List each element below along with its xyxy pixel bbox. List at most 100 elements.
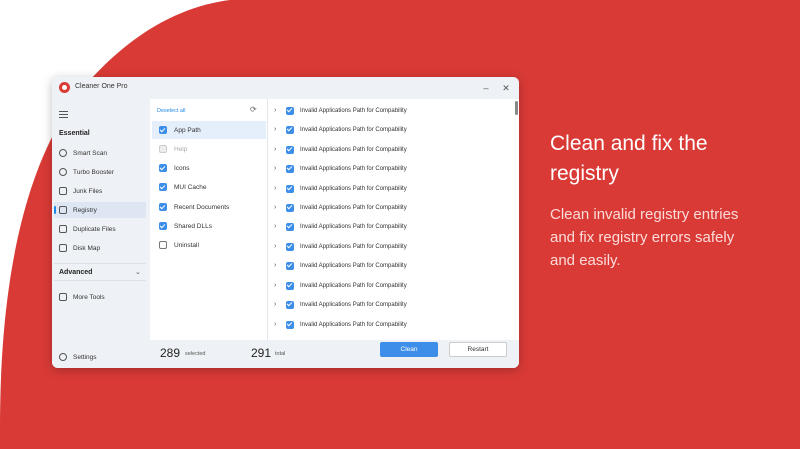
sidebar-item-disk-map[interactable]: Disk Map <box>54 240 146 256</box>
sidebar-item-more-tools[interactable]: More Tools <box>54 289 146 305</box>
chevron-right-icon[interactable]: › <box>274 165 280 172</box>
table-row[interactable]: › Invalid Applications Path for Compabili… <box>268 179 513 198</box>
checkbox[interactable] <box>286 261 294 270</box>
chevron-right-icon[interactable]: › <box>274 262 280 269</box>
table-row[interactable]: › Invalid Applications Path for Compabili… <box>268 159 513 178</box>
category-label: Uninstall <box>174 241 199 249</box>
sidebar-item-label: Disk Map <box>73 244 101 252</box>
table-row[interactable]: › Invalid Applications Path for Compabili… <box>268 217 513 236</box>
category-label: Icons <box>174 164 190 172</box>
row-label: Invalid Applications Path for Compabilit… <box>300 301 407 308</box>
chevron-right-icon[interactable]: › <box>274 282 280 289</box>
chevron-right-icon[interactable]: › <box>274 204 280 211</box>
app-logo-icon <box>59 82 70 93</box>
chevron-right-icon[interactable]: › <box>274 126 280 133</box>
turbo-booster-icon <box>59 168 67 176</box>
sidebar-item-settings[interactable]: Settings <box>54 349 146 365</box>
row-label: Invalid Applications Path for Compabilit… <box>300 126 407 133</box>
row-label: Invalid Applications Path for Compabilit… <box>300 107 407 114</box>
chevron-right-icon[interactable]: › <box>274 185 280 192</box>
row-label: Invalid Applications Path for Compabilit… <box>300 204 407 211</box>
smart-scan-icon <box>59 149 67 157</box>
minimize-button[interactable]: – <box>477 79 495 97</box>
sidebar-item-label: Registry <box>73 206 97 214</box>
checkbox[interactable] <box>159 222 167 230</box>
row-label: Invalid Applications Path for Compabilit… <box>300 243 407 250</box>
table-row[interactable]: › Invalid Applications Path for Compabili… <box>268 276 513 295</box>
category-shared-dlls[interactable]: Shared DLLs <box>152 217 266 235</box>
hamburger-menu-icon[interactable] <box>59 111 68 118</box>
table-row[interactable]: › Invalid Applications Path for Compabili… <box>268 101 513 120</box>
sidebar-item-turbo-booster[interactable]: Turbo Booster <box>54 164 146 180</box>
row-label: Invalid Applications Path for Compabilit… <box>300 165 407 172</box>
chevron-down-icon: ⌄ <box>135 269 141 276</box>
category-icons[interactable]: Icons <box>152 159 266 177</box>
checkbox[interactable] <box>286 281 294 290</box>
checkbox[interactable] <box>286 125 294 134</box>
clean-button[interactable]: Clean <box>380 342 438 357</box>
table-row[interactable]: › Invalid Applications Path for Compabili… <box>268 237 513 256</box>
category-panel: Deselect all ⟳ App Path Help Icons MUI C… <box>150 99 268 340</box>
chevron-right-icon[interactable]: › <box>274 146 280 153</box>
deselect-all-link[interactable]: Deselect all <box>157 108 185 114</box>
table-row[interactable]: › Invalid Applications Path for Compabili… <box>268 315 513 334</box>
chevron-right-icon[interactable]: › <box>274 243 280 250</box>
category-label: App Path <box>174 126 201 134</box>
registry-icon <box>59 206 67 214</box>
sidebar-item-smart-scan[interactable]: Smart Scan <box>54 145 146 161</box>
table-row[interactable]: › Invalid Applications Path for Compabili… <box>268 120 513 139</box>
row-label: Invalid Applications Path for Compabilit… <box>300 146 407 153</box>
category-mui-cache[interactable]: MUI Cache <box>152 178 266 196</box>
sidebar-item-label: Junk Files <box>73 187 103 195</box>
checkbox[interactable] <box>286 106 294 115</box>
category-app-path[interactable]: App Path <box>152 121 266 139</box>
results-list: › Invalid Applications Path for Compabili… <box>268 99 519 340</box>
row-label: Invalid Applications Path for Compabilit… <box>300 262 407 269</box>
row-label: Invalid Applications Path for Compabilit… <box>300 321 407 328</box>
sidebar: Essential Smart Scan Turbo Booster Junk … <box>52 99 150 368</box>
checkbox[interactable] <box>159 126 167 134</box>
gear-icon <box>59 353 67 361</box>
table-row[interactable]: › Invalid Applications Path for Compabili… <box>268 198 513 217</box>
junk-files-icon <box>59 187 67 195</box>
restart-button[interactable]: Restart <box>449 342 507 357</box>
checkbox[interactable] <box>286 184 294 193</box>
scrollbar[interactable] <box>515 101 518 115</box>
checkbox[interactable] <box>286 203 294 212</box>
category-label: Help <box>174 145 188 153</box>
category-uninstall[interactable]: Uninstall <box>152 236 266 254</box>
checkbox[interactable] <box>159 164 167 172</box>
chevron-right-icon[interactable]: › <box>274 301 280 308</box>
category-recent-documents[interactable]: Recent Documents <box>152 198 266 216</box>
checkbox <box>159 145 167 153</box>
chevron-right-icon[interactable]: › <box>274 107 280 114</box>
refresh-icon[interactable]: ⟳ <box>250 105 257 114</box>
checkbox[interactable] <box>286 222 294 231</box>
close-button[interactable]: ✕ <box>497 79 515 97</box>
checkbox[interactable] <box>286 164 294 173</box>
sidebar-item-junk-files[interactable]: Junk Files <box>54 183 146 199</box>
sidebar-item-label: Smart Scan <box>73 149 107 157</box>
section-essential: Essential <box>59 130 90 137</box>
sidebar-item-label: Duplicate Files <box>73 225 116 233</box>
sidebar-item-registry[interactable]: Registry <box>54 202 146 218</box>
sidebar-item-label: Turbo Booster <box>73 168 114 176</box>
checkbox[interactable] <box>286 242 294 251</box>
table-row[interactable]: › Invalid Applications Path for Compabili… <box>268 295 513 314</box>
checkbox[interactable] <box>286 300 294 309</box>
promo-headline: Clean and fix the registry <box>550 132 708 185</box>
promo-subtext: Clean invalid registry entries and fix r… <box>550 206 739 269</box>
checkbox[interactable] <box>286 145 294 154</box>
checkbox[interactable] <box>159 183 167 191</box>
table-row[interactable]: › Invalid Applications Path for Compabili… <box>268 140 513 159</box>
checkbox[interactable] <box>159 241 167 249</box>
table-row[interactable]: › Invalid Applications Path for Compabili… <box>268 256 513 275</box>
more-tools-icon <box>59 293 67 301</box>
checkbox[interactable] <box>159 203 167 211</box>
chevron-right-icon[interactable]: › <box>274 321 280 328</box>
chevron-right-icon[interactable]: › <box>274 223 280 230</box>
section-advanced-toggle[interactable]: Advanced ⌄ <box>54 263 146 281</box>
sidebar-item-duplicate-files[interactable]: Duplicate Files <box>54 221 146 237</box>
footer-bar: 289 selected 291 total Clean Restart <box>150 340 519 368</box>
checkbox[interactable] <box>286 320 294 329</box>
